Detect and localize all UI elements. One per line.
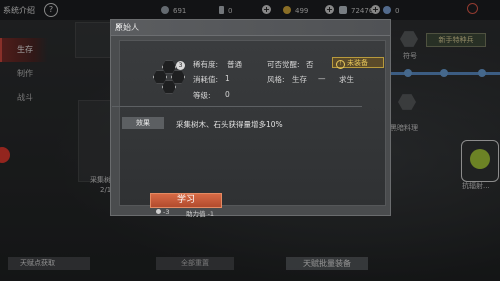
close-icon[interactable]: ✕ [115,22,387,31]
level-value: 0 [225,90,230,99]
cost-label: 消耗值: [193,75,219,84]
equip-status-text: 未装备 [347,59,368,67]
equip-status-badge: ! 未装备 [332,57,384,69]
style-value-2: 求生 [339,75,354,84]
style-label: 风格: [267,75,285,84]
point-cost-value: -3 [163,208,170,216]
rarity-value: 普通 [227,60,242,69]
effect-label: 效果 [122,117,164,129]
rarity-label: 稀有度: [193,60,219,69]
divider [112,106,362,107]
awaken-value: 否 [306,60,314,69]
effect-description: 采集树木、石头获得量增多10% [176,120,283,129]
skill-level-badge: 3 [176,61,185,70]
cost-value: 1 [225,74,230,83]
style-value-1: 生存 [292,75,307,84]
ability-cost: 助力值 -1 [186,210,215,218]
style-dash: — [318,74,326,83]
dialog-header: 原始人 ✕ [111,20,390,36]
awaken-label: 可否觉醒: [267,60,300,69]
learn-button[interactable]: 学习 [150,193,222,208]
warning-icon: ! [336,60,345,69]
point-cost: -3 [156,208,169,216]
level-label: 等级: [193,91,211,100]
talent-point-icon [156,209,161,214]
